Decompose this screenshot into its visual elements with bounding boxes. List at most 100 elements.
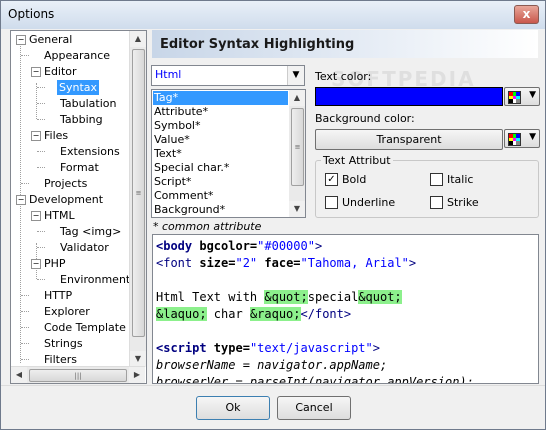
background-color-picker-button[interactable]: ▼ <box>504 129 540 148</box>
tree-item-tag-img[interactable]: Tag <img> <box>60 224 121 239</box>
list-item[interactable]: Attribute* <box>154 105 208 119</box>
tree-guide <box>37 103 45 104</box>
language-select[interactable]: Html ▼ <box>151 65 305 86</box>
window-title: Options <box>8 7 55 21</box>
tree-vertical-scrollbar[interactable]: ▲ ≡ ▼ <box>129 31 146 367</box>
tree-item-strings[interactable]: Strings <box>44 336 83 351</box>
tree-guide <box>21 55 29 56</box>
palette-icon <box>508 91 521 104</box>
panel-title: Editor Syntax Highlighting <box>160 37 355 52</box>
preview-line: browserName = navigator.appName; <box>156 358 388 372</box>
list-item[interactable]: Tag* <box>153 91 288 105</box>
list-vertical-scrollbar[interactable]: ▲ ≡ ▼ <box>289 90 305 217</box>
text-color-picker-button[interactable]: ▼ <box>504 87 540 106</box>
divider <box>1 385 545 386</box>
tree-item-php[interactable]: PHP <box>44 256 66 271</box>
collapse-icon[interactable]: − <box>16 195 26 205</box>
tree-guide <box>20 43 21 195</box>
palette-icon <box>508 133 521 146</box>
text-color-swatch[interactable] <box>315 87 503 106</box>
preview-line: Html Text with &quot;special&quot; <box>156 290 402 304</box>
tree-guide <box>37 247 45 248</box>
italic-checkbox[interactable] <box>430 173 443 186</box>
tree-item-general[interactable]: General <box>29 32 72 47</box>
tree-item-development[interactable]: Development <box>29 192 103 207</box>
cancel-button[interactable]: Cancel <box>277 396 351 420</box>
close-icon: x <box>522 7 531 21</box>
chevron-down-icon[interactable]: ▼ <box>287 66 304 85</box>
text-color-label: Text color: <box>315 70 372 83</box>
list-item[interactable]: Symbol* <box>154 119 200 133</box>
tree-item-environment[interactable]: Environment <box>60 272 130 287</box>
common-attribute-note: * common attribute <box>153 220 262 233</box>
panel-header: Editor Syntax Highlighting <box>152 30 538 58</box>
tree-item-html[interactable]: HTML <box>44 208 75 223</box>
tree-guide <box>37 151 45 152</box>
background-color-label: Background color: <box>315 112 415 125</box>
scroll-thumb[interactable]: ≡ <box>132 49 145 337</box>
tree-guide <box>37 167 45 168</box>
tree-item-tabbing[interactable]: Tabbing <box>60 112 103 127</box>
scroll-thumb[interactable]: ||| <box>29 369 127 382</box>
preview-line: <script type="text/javascript"> <box>156 341 380 355</box>
scroll-thumb[interactable]: ≡ <box>291 108 304 186</box>
list-item[interactable]: Comment* <box>154 189 213 203</box>
list-item[interactable]: Background* <box>154 203 225 217</box>
tree-horizontal-scrollbar[interactable]: ◀ ||| ▶ <box>11 366 145 383</box>
preview-line: &laquo; char &raquo;</font> <box>156 307 352 321</box>
tree-guide <box>37 87 45 88</box>
scroll-down-icon[interactable]: ▼ <box>130 351 146 367</box>
collapse-icon[interactable]: − <box>31 259 41 269</box>
tree-guide <box>21 327 29 328</box>
tree-item-files[interactable]: Files <box>44 128 68 143</box>
bold-checkbox[interactable]: ✓ <box>325 173 338 186</box>
scroll-left-icon[interactable]: ◀ <box>11 367 27 383</box>
syntax-element-list[interactable]: Tag* Attribute* Symbol* Value* Text* Spe… <box>151 89 306 218</box>
options-tree: − General Appearance − Editor Syntax Tab… <box>10 30 147 384</box>
tree-item-editor[interactable]: Editor <box>44 64 77 79</box>
tree-item-projects[interactable]: Projects <box>44 176 87 191</box>
tree-guide <box>37 231 45 232</box>
scroll-up-icon[interactable]: ▲ <box>289 90 305 106</box>
language-select-value: Html <box>155 68 182 81</box>
tree-guide <box>21 311 29 312</box>
preview-line: <font size="2" face="Tahoma, Arial"> <box>156 256 417 270</box>
ok-button[interactable]: Ok <box>196 396 270 420</box>
tree-item-appearance[interactable]: Appearance <box>44 48 110 63</box>
text-attribut-group <box>315 160 539 218</box>
italic-label: Italic <box>447 173 474 186</box>
collapse-icon[interactable]: − <box>31 131 41 141</box>
chevron-down-icon: ▼ <box>529 132 536 142</box>
strike-checkbox[interactable] <box>430 196 443 209</box>
title-bar: Options x <box>1 1 545 29</box>
list-item[interactable]: Special char.* <box>154 161 229 175</box>
collapse-icon[interactable]: − <box>31 67 41 77</box>
tree-item-explorer[interactable]: Explorer <box>44 304 90 319</box>
tree-guide <box>20 203 21 363</box>
tree-guide <box>21 295 29 296</box>
tree-guide <box>21 343 29 344</box>
tree-item-http[interactable]: HTTP <box>44 288 72 303</box>
tree-guide <box>21 359 29 360</box>
scroll-up-icon[interactable]: ▲ <box>130 31 146 47</box>
tree-item-tabulation[interactable]: Tabulation <box>60 96 116 111</box>
text-attribut-title: Text Attribut <box>321 154 393 167</box>
tree-item-format[interactable]: Format <box>60 160 99 175</box>
syntax-preview: <body bgcolor="#00000"> <font size="2" f… <box>152 234 539 384</box>
close-button[interactable]: x <box>514 5 539 24</box>
list-item[interactable]: Script* <box>154 175 191 189</box>
scroll-down-icon[interactable]: ▼ <box>289 201 305 217</box>
tree-item-validator[interactable]: Validator <box>60 240 109 255</box>
bold-label: Bold <box>342 173 367 186</box>
list-item[interactable]: Value* <box>154 133 190 147</box>
tree-item-syntax[interactable]: Syntax <box>57 80 100 95</box>
tree-item-filters[interactable]: Filters <box>44 352 77 367</box>
collapse-icon[interactable]: − <box>31 211 41 221</box>
background-color-button[interactable]: Transparent <box>315 129 503 150</box>
underline-checkbox[interactable] <box>325 196 338 209</box>
tree-item-code-template[interactable]: Code Template <box>44 320 126 335</box>
scroll-right-icon[interactable]: ▶ <box>129 367 145 383</box>
collapse-icon[interactable]: − <box>16 35 26 45</box>
tree-item-extensions[interactable]: Extensions <box>60 144 120 159</box>
list-item[interactable]: Text* <box>154 147 182 161</box>
